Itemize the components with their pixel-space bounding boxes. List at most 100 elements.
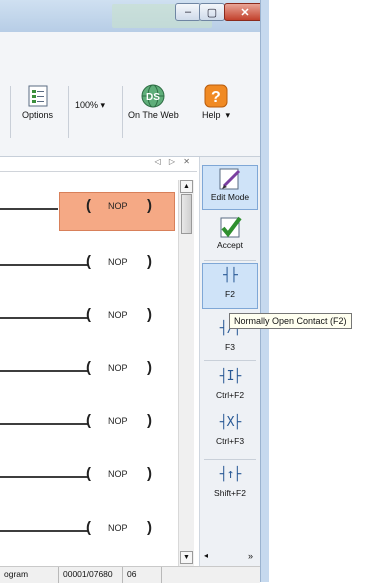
maximize-icon: ▢ <box>206 6 218 19</box>
maximize-button[interactable]: ▢ <box>199 3 225 21</box>
on-the-web-button[interactable]: DS On The Web <box>128 84 179 120</box>
ribbon-separator <box>10 86 11 138</box>
rung[interactable]: ( NOP ) <box>0 460 178 500</box>
help-icon: ? <box>204 84 228 108</box>
coil-open: ( <box>86 465 91 482</box>
scroll-up-icon[interactable]: ▲ <box>180 180 193 193</box>
coil-close: ) <box>147 465 152 482</box>
rung-wire <box>0 423 88 425</box>
instruction-label: NOP <box>108 416 128 426</box>
rising-edge-contact-icon: ┤↑├ <box>219 467 242 482</box>
edit-mode-button[interactable]: Edit Mode <box>202 165 258 210</box>
instruction-palette: Edit Mode Accept ┤├ F2 ┤/├ F3 ┤I├ Ctrl+F… <box>199 157 260 575</box>
ladder-panel-header: ◁ ▷ ✕ <box>0 157 197 172</box>
instruction-label: NOP <box>108 363 128 373</box>
rung-wire <box>0 264 88 266</box>
normally-open-contact-button[interactable]: ┤├ F2 <box>202 263 258 309</box>
shortcut-label: F2 <box>225 289 235 299</box>
rung-wire <box>0 208 58 210</box>
rung[interactable]: ( NOP ) <box>0 192 178 232</box>
instruction-label: NOP <box>108 469 128 479</box>
coil-close: ) <box>147 519 152 536</box>
options-label: Options <box>22 110 54 120</box>
normally-open-contact-icon: ┤├ <box>223 268 238 283</box>
web-icon: DS <box>141 84 165 108</box>
title-bar: – ▢ ✕ <box>0 0 266 32</box>
coil-close: ) <box>147 197 152 214</box>
coil-close: ) <box>147 306 152 323</box>
minimize-icon: – <box>184 6 192 18</box>
rung-wire <box>0 370 88 372</box>
rung[interactable]: ( NOP ) <box>0 301 178 341</box>
scroll-down-icon[interactable]: ▼ <box>180 551 193 564</box>
tooltip: Normally Open Contact (F2) <box>229 313 352 329</box>
rung[interactable]: ( NOP ) <box>0 514 178 554</box>
svg-text:?: ? <box>211 89 221 106</box>
ribbon-separator <box>68 86 69 138</box>
window-frame-right <box>260 0 269 582</box>
ladder-editor[interactable]: ( NOP ) ( NOP ) ( NOP ) ( NOP ) ( NOP ) … <box>0 172 178 565</box>
options-icon <box>28 85 48 107</box>
coil-close: ) <box>147 359 152 376</box>
palette-separator <box>204 360 256 361</box>
coil-close: ) <box>147 253 152 270</box>
shortcut-label: Ctrl+F2 <box>215 390 245 400</box>
accept-label: Accept <box>217 240 243 250</box>
close-icon: ✕ <box>240 6 250 19</box>
ribbon: Options 100% ▾ DS On The Web ? Help ▾ <box>0 32 260 157</box>
svg-text:DS: DS <box>146 92 160 103</box>
shortcut-label: F3 <box>225 342 235 352</box>
edit-mode-icon <box>219 168 241 190</box>
coil-close: ) <box>147 412 152 429</box>
accept-button[interactable]: Accept <box>202 214 258 258</box>
coil-open: ( <box>86 412 91 429</box>
palette-expand-icon[interactable]: » <box>248 551 253 561</box>
coil-open: ( <box>86 197 91 214</box>
negated-edge-contact-icon: ┤X├ <box>219 415 242 430</box>
selected-rung-highlight <box>59 192 175 231</box>
panel-controls[interactable]: ◁ ▷ ✕ <box>155 157 193 166</box>
shortcut-label: Ctrl+F3 <box>215 436 245 446</box>
status-address: 00001/07680 <box>59 567 123 583</box>
help-button[interactable]: ? Help ▾ <box>202 84 230 121</box>
instruction-label: NOP <box>108 257 128 267</box>
help-text: Help <box>202 110 221 120</box>
zoom-dropdown[interactable]: 100% ▾ <box>75 100 105 111</box>
help-label: Help ▾ <box>202 110 230 121</box>
rising-edge-contact-button[interactable]: ┤↑├ Shift+F2 <box>202 467 258 509</box>
edit-mode-label: Edit Mode <box>210 192 250 202</box>
coil-open: ( <box>86 306 91 323</box>
rung[interactable]: ( NOP ) <box>0 407 178 447</box>
negated-edge-contact-button[interactable]: ┤X├ Ctrl+F3 <box>202 415 258 457</box>
rung-wire <box>0 317 88 319</box>
minimize-button[interactable]: – <box>175 3 201 21</box>
zoom-value: 100% <box>75 100 99 110</box>
status-field: 06 <box>123 567 162 583</box>
accept-icon <box>220 216 242 238</box>
status-program: ogram <box>0 567 59 583</box>
scroll-thumb[interactable] <box>181 194 192 234</box>
edge-contact-icon: ┤I├ <box>219 369 242 384</box>
chevron-down-icon: ▾ <box>100 100 106 110</box>
palette-separator <box>204 459 256 460</box>
palette-scroll-left-icon[interactable]: ◂ <box>204 551 208 560</box>
ribbon-separator <box>122 86 123 138</box>
palette-separator <box>204 260 256 261</box>
instruction-label: NOP <box>108 310 128 320</box>
rung[interactable]: ( NOP ) <box>0 248 178 288</box>
rung[interactable]: ( NOP ) <box>0 354 178 394</box>
shortcut-label: Shift+F2 <box>214 488 246 498</box>
coil-open: ( <box>86 519 91 536</box>
edge-contact-button[interactable]: ┤I├ Ctrl+F2 <box>202 369 258 411</box>
chevron-down-icon: ▾ <box>225 110 231 120</box>
instruction-label: NOP <box>108 523 128 533</box>
coil-open: ( <box>86 253 91 270</box>
vertical-scrollbar[interactable]: ▲ ▼ <box>178 180 194 566</box>
instruction-label: NOP <box>108 201 128 211</box>
status-bar: ogram 00001/07680 06 <box>0 566 260 583</box>
rung-wire <box>0 530 88 532</box>
rung-wire <box>0 476 88 478</box>
web-label: On The Web <box>128 110 179 120</box>
options-button[interactable]: Options <box>22 84 53 120</box>
coil-open: ( <box>86 359 91 376</box>
